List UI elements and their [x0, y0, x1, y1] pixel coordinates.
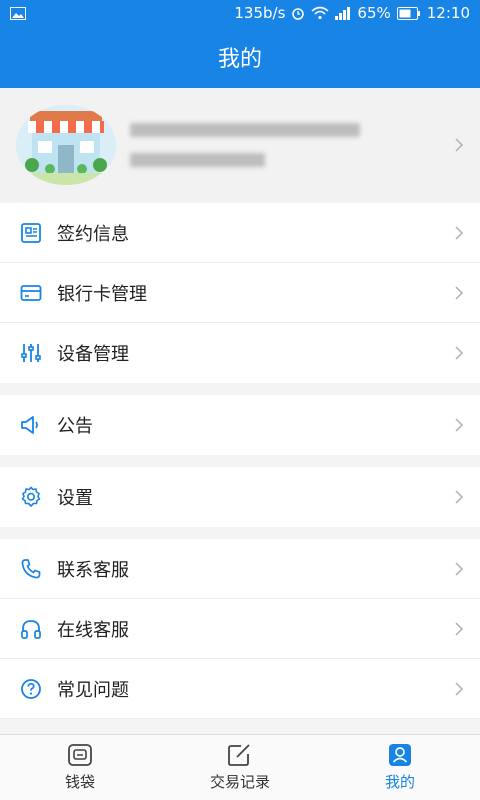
merchant-name-redacted — [130, 123, 360, 137]
tab-label: 钱袋 — [64, 773, 95, 791]
profile-info — [130, 123, 452, 167]
avatar — [16, 105, 116, 185]
menu-item-settings[interactable]: 设置 — [0, 467, 480, 527]
signal-icon — [335, 6, 351, 20]
chevron-right-icon — [452, 418, 466, 432]
chevron-right-icon — [452, 285, 466, 300]
alarm-icon — [291, 6, 305, 20]
chevron-right-icon — [452, 561, 466, 576]
menu-item-faq[interactable]: 常见问题 — [0, 659, 480, 719]
merchant-account-redacted — [130, 153, 265, 167]
chevron-right-icon — [452, 681, 466, 696]
status-bar: 135b/s 65% 12:10 — [0, 0, 480, 26]
menu-label: 公告 — [57, 416, 93, 437]
tab-label: 交易记录 — [209, 773, 270, 791]
tab-mine[interactable]: 我的 — [320, 735, 480, 800]
chevron-right-icon — [452, 225, 466, 240]
menu-item-device[interactable]: 设备管理 — [0, 323, 480, 383]
menu-item-bank-card[interactable]: 银行卡管理 — [0, 263, 480, 323]
headset-icon — [19, 617, 43, 641]
tab-transactions[interactable]: 交易记录 — [160, 735, 320, 800]
chevron-right-icon — [452, 490, 466, 504]
page-title: 我的 — [217, 47, 262, 72]
chevron-right-icon — [452, 138, 466, 152]
device-settings-icon — [19, 341, 43, 365]
gear-icon — [19, 485, 43, 509]
question-icon — [19, 677, 43, 701]
menu-label: 在线客服 — [57, 619, 129, 641]
clock-time: 12:10 — [426, 4, 470, 22]
header-bar: 我的 — [0, 26, 480, 88]
menu-label: 联系客服 — [57, 559, 129, 581]
menu-item-online-service[interactable]: 在线客服 — [0, 599, 480, 659]
wifi-icon — [311, 6, 329, 20]
contract-icon — [19, 221, 43, 245]
bottom-tab-bar: 钱袋 交易记录 我的 — [0, 734, 480, 800]
phone-icon — [19, 557, 43, 581]
profile-card[interactable] — [0, 88, 480, 202]
tab-label: 我的 — [384, 773, 415, 791]
user-icon — [387, 743, 413, 767]
menu-item-contact-service[interactable]: 联系客服 — [0, 539, 480, 599]
chevron-right-icon — [452, 346, 466, 360]
status-left — [10, 6, 26, 20]
edit-icon — [227, 743, 253, 767]
wallet-icon — [67, 743, 93, 767]
menu-label: 设置 — [57, 488, 93, 509]
bank-card-icon — [19, 281, 43, 305]
battery-percent: 65% — [357, 4, 391, 22]
network-speed: 135b/s — [234, 4, 286, 22]
menu-item-contract-info[interactable]: 签约信息 — [0, 203, 480, 263]
megaphone-icon — [19, 413, 43, 437]
image-notification-icon — [10, 6, 26, 20]
chevron-right-icon — [452, 621, 466, 636]
menu-item-announcement[interactable]: 公告 — [0, 395, 480, 455]
tab-wallet[interactable]: 钱袋 — [0, 735, 160, 800]
menu-label: 银行卡管理 — [57, 283, 147, 305]
menu-label: 常见问题 — [57, 679, 129, 701]
menu-label: 设备管理 — [57, 344, 129, 365]
status-right: 135b/s 65% 12:10 — [234, 4, 470, 22]
battery-icon — [396, 6, 421, 20]
menu-label: 签约信息 — [57, 223, 129, 245]
